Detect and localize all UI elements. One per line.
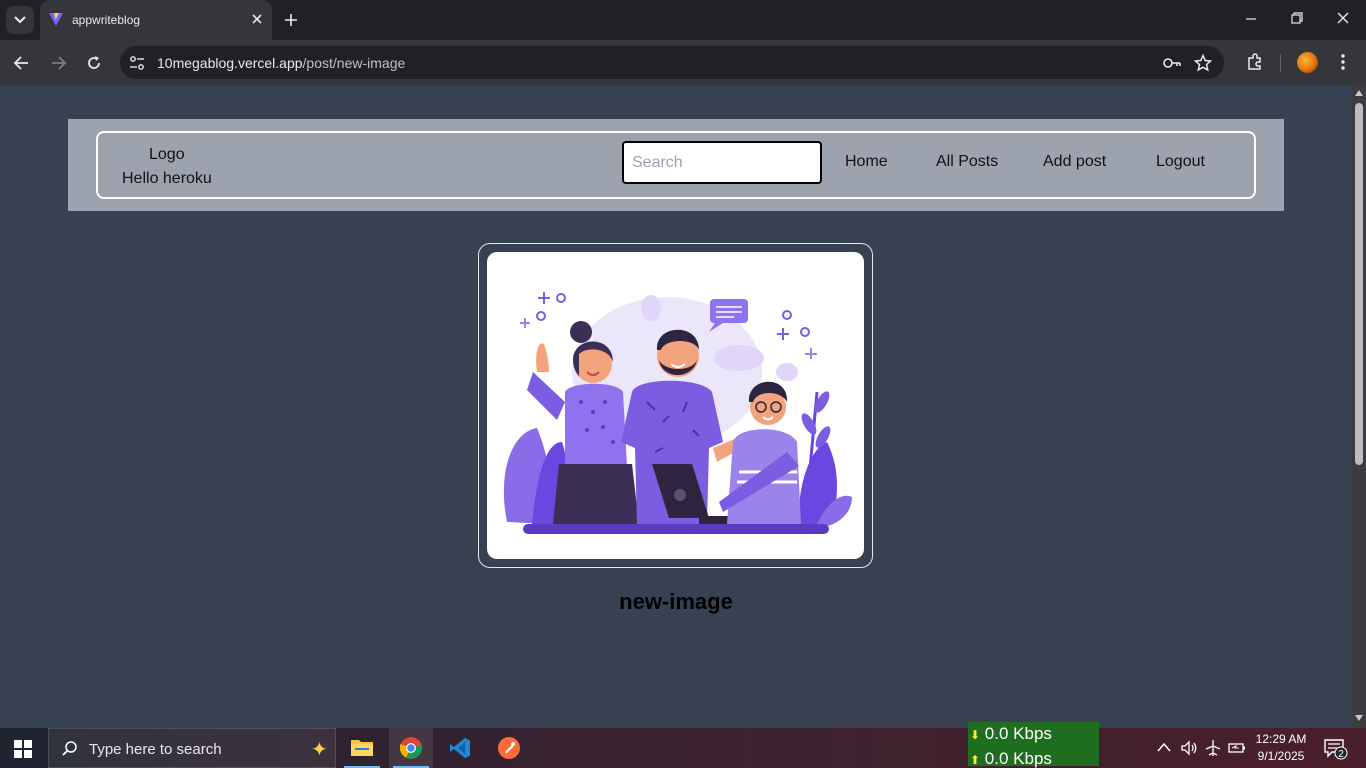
close-tab-icon[interactable]	[250, 12, 264, 26]
page-scrollbar[interactable]	[1352, 85, 1366, 728]
reload-icon[interactable]	[84, 53, 104, 73]
search-input[interactable]	[622, 141, 822, 184]
net-down-row: ⬇ 0.0 Kbps	[970, 722, 1099, 747]
volume-icon[interactable]	[1180, 739, 1198, 757]
network-speed-widget: ⬇ 0.0 Kbps ⬆ 0.0 Kbps	[968, 722, 1099, 768]
new-tab-icon[interactable]	[282, 11, 300, 29]
airplane-mode-icon[interactable]	[1204, 739, 1222, 757]
close-window-icon[interactable]	[1335, 10, 1351, 26]
toolbar-divider	[1280, 54, 1281, 72]
scroll-up-arrow-icon[interactable]	[1355, 90, 1363, 96]
bookmark-star-icon[interactable]	[1194, 54, 1212, 72]
site-logo[interactable]: Logo	[149, 146, 185, 164]
minimize-icon[interactable]	[1243, 10, 1259, 26]
nav-logout[interactable]: Logout	[1156, 153, 1205, 171]
browser-toolbar: 10megablog.vercel.app/post/new-image	[0, 40, 1366, 85]
search-icon	[62, 741, 77, 756]
forward-arrow-icon[interactable]	[48, 53, 68, 73]
address-bar[interactable]: 10megablog.vercel.app/post/new-image	[120, 46, 1224, 79]
postman-icon	[498, 737, 520, 759]
file-explorer-app[interactable]	[340, 728, 384, 768]
page-content: Logo Hello heroku Home All Posts Add pos…	[0, 85, 1352, 728]
clock-time: 12:29 AM	[1255, 732, 1307, 746]
more-menu-icon[interactable]	[1336, 52, 1350, 72]
scroll-down-arrow-icon[interactable]	[1355, 715, 1363, 721]
notification-count: 2	[1338, 749, 1344, 760]
nav-add-post[interactable]: Add post	[1043, 153, 1106, 171]
tab-title: appwriteblog	[72, 13, 141, 27]
notification-center-icon[interactable]: 2	[1324, 738, 1348, 760]
vscode-icon	[450, 738, 470, 758]
nav-all-posts[interactable]: All Posts	[936, 153, 998, 171]
team-illustration	[503, 292, 852, 534]
user-greeting: Hello heroku	[122, 170, 212, 187]
clock-date: 9/1/2025	[1257, 749, 1305, 763]
vite-favicon-icon	[49, 13, 63, 26]
net-up-value: 0.0 Kbps	[984, 749, 1052, 768]
chrome-app[interactable]	[389, 728, 433, 768]
post-image-card	[478, 243, 873, 568]
restore-icon[interactable]	[1289, 10, 1305, 26]
back-arrow-icon[interactable]	[12, 53, 32, 73]
windows-taskbar: Type here to search ✦ ⬇ 0.0 Kbps ⬆ 0.0 K…	[0, 722, 1366, 768]
net-up-row: ⬆ 0.0 Kbps	[970, 747, 1099, 768]
vscode-app[interactable]	[438, 728, 482, 768]
url-text: 10megablog.vercel.app/post/new-image	[157, 55, 405, 71]
nav-home[interactable]: Home	[845, 153, 888, 171]
download-arrow-icon: ⬇	[970, 728, 981, 742]
browser-tab-bar: appwriteblog	[0, 0, 1366, 40]
chrome-icon	[399, 737, 422, 759]
profile-avatar[interactable]	[1297, 52, 1318, 73]
header-container: Logo Hello heroku Home All Posts Add pos…	[96, 131, 1256, 199]
net-down-value: 0.0 Kbps	[984, 724, 1052, 743]
chevron-down-icon	[14, 16, 26, 24]
url-host: 10megablog.vercel.app	[157, 55, 303, 71]
postman-app[interactable]	[487, 728, 531, 768]
taskbar-search-box[interactable]: Type here to search ✦	[48, 728, 336, 768]
extensions-puzzle-icon[interactable]	[1245, 52, 1265, 72]
system-clock[interactable]: 12:29 AM 9/1/2025	[1250, 731, 1312, 765]
folder-icon	[351, 740, 373, 756]
sparkle-icon: ✦	[311, 739, 328, 761]
chevron-up-icon[interactable]	[1156, 741, 1172, 753]
browser-tab[interactable]: appwriteblog	[40, 0, 272, 40]
taskbar-search-placeholder: Type here to search	[89, 741, 222, 758]
scroll-thumb[interactable]	[1355, 103, 1363, 465]
site-header: Logo Hello heroku Home All Posts Add pos…	[68, 119, 1284, 211]
site-settings-icon[interactable]	[128, 54, 146, 72]
windows-start-icon[interactable]	[14, 740, 32, 758]
post-image	[487, 252, 864, 559]
battery-icon[interactable]	[1228, 739, 1246, 757]
tab-search-button[interactable]	[6, 6, 34, 34]
upload-arrow-icon: ⬆	[970, 753, 981, 767]
url-path: /post/new-image	[302, 55, 406, 71]
post-title: new-image	[619, 589, 733, 614]
password-key-icon[interactable]	[1162, 54, 1182, 72]
